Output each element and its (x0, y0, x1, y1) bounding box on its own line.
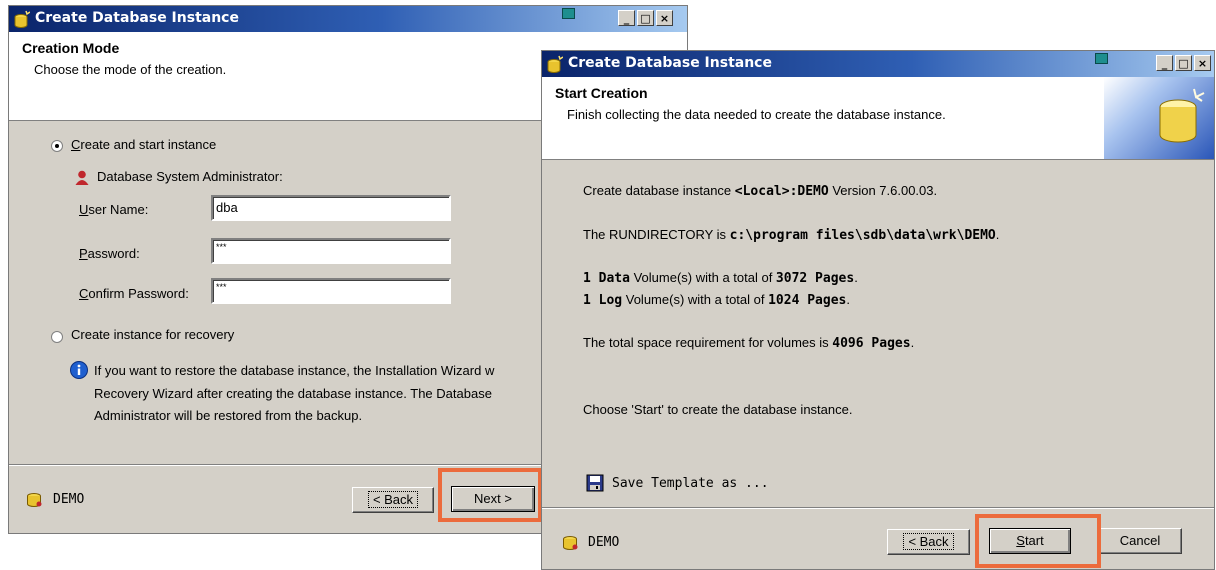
rundirectory-line: The RUNDIRECTORY is c:\program files\sdb… (583, 227, 1000, 243)
header-title: Creation Mode (22, 40, 120, 56)
back-button[interactable]: < Back (352, 487, 434, 513)
choose-start-line: Choose 'Start' to create the database in… (583, 402, 853, 417)
close-button[interactable]: × (656, 10, 673, 26)
minimize-button[interactable]: _ (618, 10, 635, 26)
back-button[interactable]: < Back (887, 529, 970, 555)
window-title: Create Database Instance (35, 10, 239, 26)
info-text-line1: If you want to restore the database inst… (94, 363, 495, 378)
database-app-icon (14, 10, 30, 28)
info-text-line3: Administrator will be restored from the … (94, 408, 363, 423)
log-volume-line: 1 Log Volume(s) with a total of 1024 Pag… (583, 292, 850, 308)
admin-label: Database System Administrator: (97, 169, 283, 184)
info-text-line2: Recovery Wizard after creating the datab… (94, 386, 492, 401)
data-volume-line: 1 Data Volume(s) with a total of 3072 Pa… (583, 270, 858, 286)
database-icon (563, 536, 578, 550)
create-start-label[interactable]: Create and start instance (71, 137, 216, 152)
header-title: Start Creation (555, 85, 648, 101)
minimize-button[interactable]: _ (1156, 55, 1173, 71)
cancel-button[interactable]: Cancel (1098, 528, 1182, 554)
total-space-line: The total space requirement for volumes … (583, 335, 915, 351)
database-banner-icon (1159, 88, 1205, 143)
tray-icon (1095, 53, 1108, 64)
database-app-icon (547, 55, 563, 73)
close-button[interactable]: × (1194, 55, 1211, 71)
footer-instance-name: DEMO (53, 492, 85, 507)
recovery-label[interactable]: Create instance for recovery (71, 327, 234, 342)
confirm-password-input[interactable]: *** (211, 278, 451, 304)
header-subtitle: Finish collecting the data needed to cre… (567, 107, 946, 122)
save-template-link[interactable]: Save Template as ... (612, 476, 769, 491)
password-label: Password: (79, 246, 140, 261)
window-title: Create Database Instance (568, 55, 772, 71)
title-bar[interactable]: Create Database Instance _ □ × (542, 51, 1214, 77)
create-instance-line: Create database instance <Local>:DEMO Ve… (583, 183, 938, 199)
title-bar[interactable]: Create Database Instance _ □ × (9, 6, 687, 32)
recovery-radio[interactable] (51, 331, 63, 343)
create-start-radio[interactable] (51, 140, 63, 152)
tray-icon (562, 8, 575, 19)
header-subtitle: Choose the mode of the creation. (34, 62, 227, 77)
save-floppy-icon[interactable] (586, 474, 604, 492)
database-icon (27, 493, 42, 507)
next-button-highlight (438, 468, 542, 522)
user-name-label: User Name: (79, 202, 149, 217)
footer-instance-name: DEMO (588, 535, 620, 550)
admin-user-icon (75, 170, 89, 185)
confirm-password-label: Confirm Password: (79, 286, 189, 301)
password-input[interactable]: *** (211, 238, 451, 264)
start-button-highlight (975, 514, 1101, 568)
maximize-button[interactable]: □ (1175, 55, 1192, 71)
footer-divider (542, 507, 1214, 509)
user-name-input[interactable]: dba (211, 195, 451, 221)
wizard-header: Start Creation Finish collecting the dat… (542, 77, 1214, 160)
info-icon (70, 361, 88, 379)
start-creation-dialog: Create Database Instance _ □ × Start Cre… (541, 50, 1215, 570)
maximize-button[interactable]: □ (637, 10, 654, 26)
